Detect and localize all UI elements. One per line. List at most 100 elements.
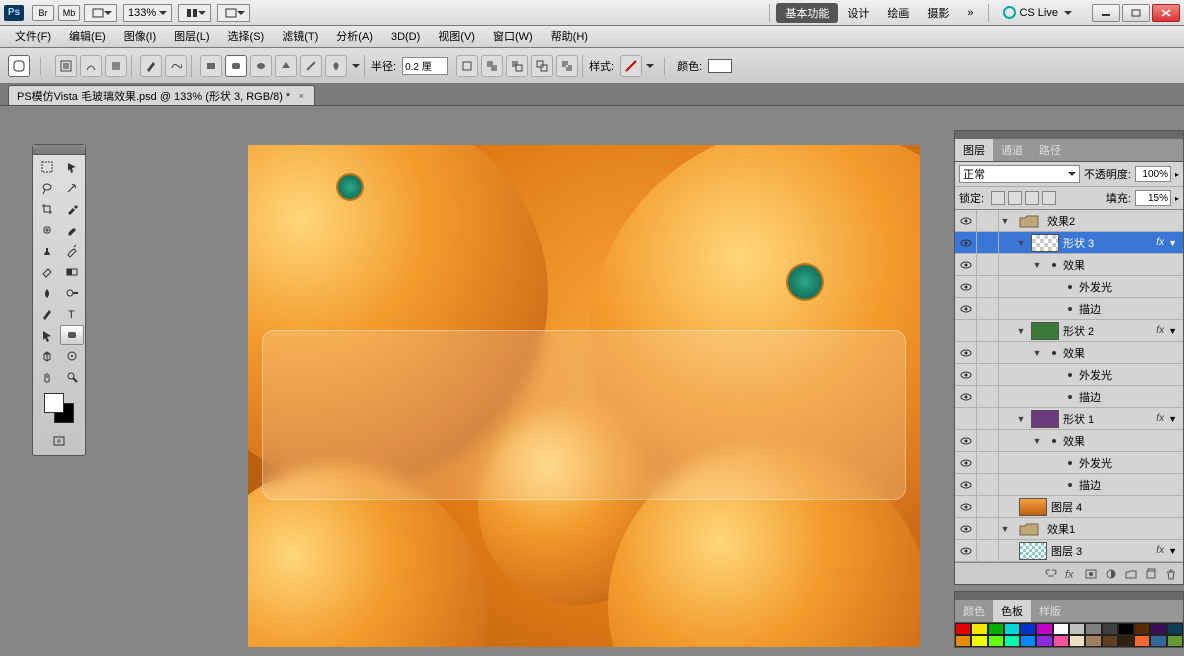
color-swatch[interactable]	[1134, 623, 1150, 635]
subtract-shape-icon[interactable]	[506, 55, 528, 77]
path-select-tool[interactable]	[35, 325, 59, 345]
visibility-toggle[interactable]	[955, 452, 977, 474]
color-picker[interactable]	[44, 393, 74, 423]
color-swatch[interactable]	[955, 623, 971, 635]
menu-view[interactable]: 视图(V)	[429, 26, 484, 48]
color-swatch[interactable]	[1118, 623, 1134, 635]
brush-tool[interactable]	[60, 220, 84, 240]
color-swatch[interactable]	[1134, 635, 1150, 647]
color-swatch[interactable]	[1167, 623, 1183, 635]
color-swatch[interactable]	[1004, 635, 1020, 647]
visibility-toggle[interactable]	[955, 474, 977, 496]
shape-tool[interactable]	[60, 325, 84, 345]
paths-icon[interactable]	[80, 55, 102, 77]
blend-mode-select[interactable]: 正常	[959, 165, 1080, 183]
color-swatch[interactable]	[955, 635, 971, 647]
visibility-toggle[interactable]	[955, 232, 977, 254]
menu-filter[interactable]: 滤镜(T)	[273, 26, 327, 48]
visibility-toggle[interactable]	[955, 430, 977, 452]
color-swatch[interactable]	[1085, 635, 1101, 647]
wand-tool[interactable]	[60, 178, 84, 198]
link-icon[interactable]	[1045, 568, 1057, 580]
layer-name[interactable]: 图层 4	[1051, 499, 1183, 515]
expand-icon[interactable]: ▼	[1015, 414, 1027, 424]
color-swatch[interactable]	[988, 623, 1004, 635]
dodge-tool[interactable]	[60, 283, 84, 303]
fg-color[interactable]	[44, 393, 64, 413]
layer-item[interactable]: 描边	[955, 474, 1183, 496]
workspace-painting[interactable]: 绘画	[878, 3, 918, 23]
bridge-button[interactable]: Br	[32, 5, 54, 21]
workspace-design[interactable]: 设计	[838, 3, 878, 23]
expand-icon[interactable]: ▼	[999, 524, 1011, 534]
shape-layers-icon[interactable]	[55, 55, 77, 77]
fx-expand-icon[interactable]: ▼	[1168, 238, 1177, 248]
document-tab[interactable]: PS模仿Vista 毛玻璃效果.psd @ 133% (形状 3, RGB/8)…	[8, 85, 315, 105]
radius-input[interactable]	[402, 57, 448, 75]
trash-icon[interactable]	[1165, 568, 1177, 580]
visibility-toggle[interactable]	[955, 298, 977, 320]
freeform-pen-icon[interactable]	[165, 55, 187, 77]
color-swatch[interactable]	[1102, 623, 1118, 635]
eraser-tool[interactable]	[35, 262, 59, 282]
layer-item[interactable]: 外发光	[955, 452, 1183, 474]
zoom-tool[interactable]	[60, 367, 84, 387]
pen-icon[interactable]	[140, 55, 162, 77]
toolbox-handle[interactable]	[33, 145, 85, 155]
menu-help[interactable]: 帮助(H)	[542, 26, 597, 48]
type-tool[interactable]: T	[60, 304, 84, 324]
color-swatch[interactable]	[1036, 623, 1052, 635]
visibility-toggle[interactable]	[955, 276, 977, 298]
pen-tool[interactable]	[35, 304, 59, 324]
layer-item[interactable]: 描边	[955, 386, 1183, 408]
layer-item[interactable]: ▼效果	[955, 254, 1183, 276]
rect-shape-icon[interactable]	[200, 55, 222, 77]
fx-expand-icon[interactable]: ▼	[1168, 546, 1177, 556]
color-swatch[interactable]	[971, 623, 987, 635]
group-icon[interactable]	[1125, 568, 1137, 580]
color-swatch[interactable]	[971, 635, 987, 647]
visibility-toggle[interactable]	[955, 254, 977, 276]
color-swatch[interactable]	[1053, 623, 1069, 635]
custom-shape-icon[interactable]	[325, 55, 347, 77]
color-swatch[interactable]	[1150, 635, 1166, 647]
color-swatch[interactable]	[1036, 635, 1052, 647]
layer-item[interactable]: ▼形状 1fx▼	[955, 408, 1183, 430]
minimize-button[interactable]	[1092, 4, 1120, 22]
menu-select[interactable]: 选择(S)	[219, 26, 274, 48]
lock-trans-icon[interactable]	[991, 191, 1005, 205]
move-tool[interactable]	[60, 157, 84, 177]
minibridge-button[interactable]: Mb	[58, 5, 80, 21]
fill-input[interactable]	[1135, 190, 1171, 206]
exclude-shape-icon[interactable]	[556, 55, 578, 77]
layer-item[interactable]: 描边	[955, 298, 1183, 320]
layer-name[interactable]: 形状 2	[1063, 323, 1156, 339]
visibility-toggle[interactable]	[955, 320, 977, 342]
tool-preset-button[interactable]	[8, 55, 30, 77]
expand-icon[interactable]: ▼	[1015, 326, 1027, 336]
gradient-tool[interactable]	[60, 262, 84, 282]
tab-paths[interactable]: 路径	[1031, 139, 1069, 161]
workspace-essentials[interactable]: 基本功能	[776, 3, 838, 23]
marquee-tool[interactable]	[35, 157, 59, 177]
healing-tool[interactable]	[35, 220, 59, 240]
expand-icon[interactable]: ▼	[1015, 238, 1027, 248]
blur-tool[interactable]	[35, 283, 59, 303]
3d-tool[interactable]	[35, 346, 59, 366]
layer-item[interactable]: 外发光	[955, 364, 1183, 386]
color-swatch[interactable]	[1069, 635, 1085, 647]
hand-tool[interactable]	[35, 367, 59, 387]
workspace-photo[interactable]: 摄影	[918, 3, 958, 23]
menu-image[interactable]: 图像(I)	[115, 26, 165, 48]
color-swatch[interactable]	[1167, 635, 1183, 647]
panel-handle[interactable]	[955, 131, 1183, 139]
zoom-dropdown[interactable]: 133%	[123, 4, 172, 22]
eyedropper-tool[interactable]	[60, 199, 84, 219]
screenmode-dropdown[interactable]	[84, 4, 117, 22]
style-picker[interactable]	[620, 55, 642, 77]
layer-item[interactable]: ▼形状 3fx▼	[955, 232, 1183, 254]
tab-styles[interactable]: 样版	[1031, 600, 1069, 622]
canvas[interactable]	[248, 145, 920, 647]
menu-layer[interactable]: 图层(L)	[165, 26, 218, 48]
new-shape-icon[interactable]	[456, 55, 478, 77]
